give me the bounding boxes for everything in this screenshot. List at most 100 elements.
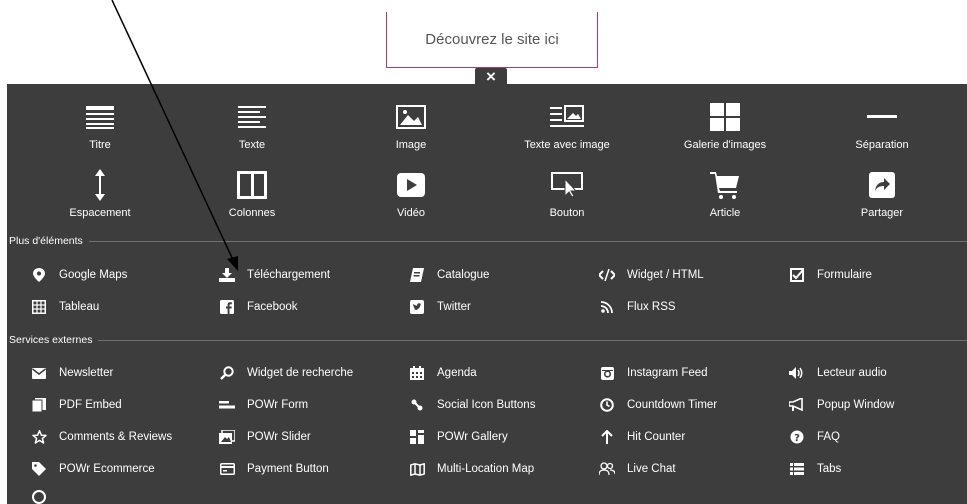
- item-table[interactable]: Tableau: [31, 300, 99, 314]
- payment-icon: [219, 462, 235, 476]
- element-share[interactable]: Partager: [827, 169, 937, 219]
- element-label: Partager: [860, 207, 904, 219]
- envelope-icon: [31, 366, 47, 380]
- question-icon: ?: [789, 430, 805, 444]
- item-partial[interactable]: [31, 490, 59, 504]
- social-icon: [409, 398, 425, 412]
- item-audio-player[interactable]: Lecteur audio: [789, 366, 887, 380]
- element-label: Colonnes: [228, 207, 276, 219]
- external-services-section-header: Services externes: [9, 334, 967, 346]
- separator-icon: [827, 101, 937, 133]
- item-countdown-timer[interactable]: Countdown Timer: [599, 398, 717, 412]
- more-elements-section-header: Plus d'éléments: [9, 235, 967, 247]
- slider-icon: [219, 430, 235, 444]
- item-rss[interactable]: Flux RSS: [599, 300, 676, 314]
- map-pin-icon: [31, 268, 47, 282]
- megaphone-icon: [789, 398, 805, 412]
- facebook-icon: [219, 300, 235, 314]
- chat-icon: [599, 462, 615, 476]
- element-button[interactable]: Bouton: [512, 169, 622, 219]
- item-hit-counter[interactable]: Hit Counter: [599, 430, 685, 444]
- element-label: Vidéo: [397, 207, 425, 219]
- element-label: Article: [709, 207, 741, 219]
- instagram-icon: [599, 366, 615, 380]
- item-widget-html[interactable]: Widget / HTML: [599, 268, 704, 282]
- item-instagram-feed[interactable]: Instagram Feed: [599, 366, 708, 380]
- form-checkbox-icon: [789, 268, 805, 282]
- tag-icon: [31, 462, 47, 476]
- gallery-icon: [670, 101, 780, 133]
- twitter-icon: [409, 300, 425, 314]
- item-form[interactable]: Formulaire: [789, 268, 872, 282]
- element-video[interactable]: Vidéo: [356, 169, 466, 219]
- tabs-icon: [789, 462, 805, 476]
- section-title: Plus d'éléments: [9, 235, 83, 247]
- element-label: Bouton: [549, 207, 585, 219]
- item-facebook[interactable]: Facebook: [219, 300, 298, 314]
- columns-icon: [197, 169, 307, 201]
- element-label: Titre: [89, 139, 111, 151]
- form-bar-icon: [219, 398, 235, 412]
- item-powr-ecommerce[interactable]: POWr Ecommerce: [31, 462, 155, 476]
- item-catalog[interactable]: Catalogue: [409, 268, 489, 282]
- item-live-chat[interactable]: Live Chat: [599, 462, 676, 476]
- element-label: Séparation: [855, 139, 909, 151]
- element-text[interactable]: Texte: [197, 101, 307, 151]
- element-title[interactable]: Titre: [45, 101, 155, 151]
- cart-icon: [670, 169, 780, 201]
- element-label: Galerie d'images: [683, 139, 767, 151]
- spacing-icon: [45, 169, 155, 201]
- element-article[interactable]: Article: [670, 169, 780, 219]
- gallery-small-icon: [409, 430, 425, 444]
- item-agenda[interactable]: Agenda: [409, 366, 477, 380]
- star-icon: [31, 430, 47, 444]
- element-spacing[interactable]: Espacement: [45, 169, 155, 219]
- element-text-with-image[interactable]: Texte avec image: [512, 101, 622, 151]
- item-social-icon-buttons[interactable]: Social Icon Buttons: [409, 398, 535, 412]
- item-powr-slider[interactable]: POWr Slider: [219, 430, 311, 444]
- item-faq[interactable]: ? FAQ: [789, 430, 840, 444]
- item-pdf-embed[interactable]: PDF Embed: [31, 398, 122, 412]
- video-icon: [356, 169, 466, 201]
- element-columns[interactable]: Colonnes: [197, 169, 307, 219]
- search-icon: [219, 366, 235, 380]
- button-icon: [512, 169, 622, 201]
- element-gallery[interactable]: Galerie d'images: [670, 101, 780, 151]
- item-search-widget[interactable]: Widget de recherche: [219, 366, 353, 380]
- item-tabs[interactable]: Tabs: [789, 462, 841, 476]
- element-separator[interactable]: Séparation: [827, 101, 937, 151]
- title-icon: [45, 101, 155, 133]
- section-title: Services externes: [9, 334, 93, 346]
- element-label: Image: [395, 139, 427, 151]
- item-payment-button[interactable]: Payment Button: [219, 462, 329, 476]
- text-icon: [197, 101, 307, 133]
- element-label: Espacement: [69, 207, 131, 219]
- partial-icon: [31, 490, 47, 504]
- item-powr-form[interactable]: POWr Form: [219, 398, 308, 412]
- item-download[interactable]: Téléchargement: [219, 268, 330, 282]
- clock-icon: [599, 398, 615, 412]
- item-comments-reviews[interactable]: Comments & Reviews: [31, 430, 172, 444]
- add-element-panel: Titre Texte Image Texte avec image Galer…: [7, 84, 967, 504]
- download-icon: [219, 268, 235, 282]
- calendar-icon: [409, 366, 425, 380]
- catalog-icon: [409, 268, 425, 282]
- text-with-image-icon: [512, 101, 622, 133]
- code-icon: [599, 268, 615, 282]
- item-popup-window[interactable]: Popup Window: [789, 398, 894, 412]
- arrow-up-icon: [599, 430, 615, 444]
- discover-site-button[interactable]: Découvrez le site ici: [386, 12, 598, 68]
- item-google-maps[interactable]: Google Maps: [31, 268, 127, 282]
- table-icon: [31, 300, 47, 314]
- item-powr-gallery[interactable]: POWr Gallery: [409, 430, 508, 444]
- svg-text:?: ?: [794, 433, 800, 444]
- image-icon: [356, 101, 466, 133]
- element-image[interactable]: Image: [356, 101, 466, 151]
- map-icon: [409, 462, 425, 476]
- pdf-icon: [31, 398, 47, 412]
- rss-icon: [599, 300, 615, 314]
- item-twitter[interactable]: Twitter: [409, 300, 471, 314]
- item-multi-location-map[interactable]: Multi-Location Map: [409, 462, 534, 476]
- item-newsletter[interactable]: Newsletter: [31, 366, 113, 380]
- element-label: Texte: [238, 139, 266, 151]
